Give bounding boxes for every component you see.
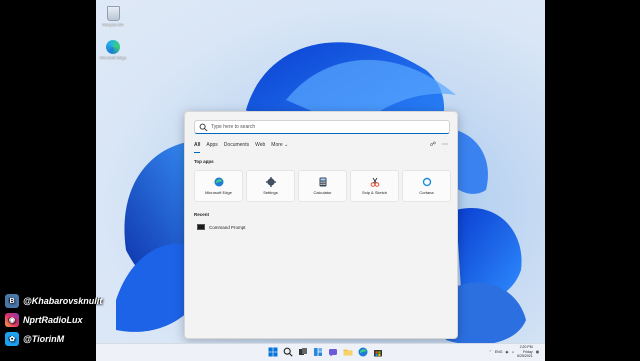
store-icon[interactable] xyxy=(373,347,383,357)
edge-icon xyxy=(214,177,223,187)
volume-icon[interactable]: ♫ xyxy=(511,350,514,354)
network-icon[interactable]: ◉ xyxy=(505,350,508,354)
file-explorer-icon[interactable] xyxy=(343,347,353,357)
scissors-icon xyxy=(370,177,379,187)
edge-icon xyxy=(106,40,120,54)
tab-apps[interactable]: Apps xyxy=(206,142,217,152)
social-handle: NprtRadioLux xyxy=(23,315,83,325)
chevron-down-icon: ⌄ xyxy=(284,142,289,148)
social-handle: @TiorinM xyxy=(23,334,65,344)
terminal-icon xyxy=(197,224,205,230)
search-box[interactable] xyxy=(194,120,450,134)
search-icon[interactable] xyxy=(283,347,293,357)
edge-icon[interactable] xyxy=(358,347,368,357)
taskbar-apps xyxy=(268,347,383,357)
top-apps-list: Microsoft Edge Settings Calculator Snip … xyxy=(194,170,451,202)
social-handle: @Khabarovsknulit xyxy=(23,296,103,306)
system-tray: ⌃ ENG ◉ ♫ 2:20 PM Friday 6/25/2021 ▦ xyxy=(489,345,539,359)
app-tile-settings[interactable]: Settings xyxy=(246,170,295,202)
social-vk: B @Khabarovsknulit xyxy=(5,294,102,308)
desktop-icon-edge[interactable]: Microsoft Edge xyxy=(98,40,128,60)
clock-date: 6/25/2021 xyxy=(517,354,533,358)
tab-more-label: More xyxy=(271,142,283,148)
social-twitter: ✿ @TiorinM xyxy=(5,332,64,346)
calculator-icon xyxy=(319,177,326,187)
app-label: Snip & Sketch xyxy=(361,190,388,195)
desktop-icon-label: Microsoft Edge xyxy=(99,55,127,60)
chevron-up-icon[interactable]: ⌃ xyxy=(489,350,492,354)
tab-documents[interactable]: Documents xyxy=(224,142,249,152)
social-instagram: ◉ NprtRadioLux xyxy=(5,313,83,327)
recycle-bin-icon xyxy=(106,6,120,21)
twitter-icon: ✿ xyxy=(5,332,19,346)
tab-web[interactable]: Web xyxy=(255,142,265,152)
search-options: ☍ ⋯ xyxy=(430,141,448,148)
desktop-icon-label: Recycle Bin xyxy=(102,22,124,27)
app-tile-snip-sketch[interactable]: Snip & Sketch xyxy=(350,170,399,202)
clock-time: 2:20 PM xyxy=(519,345,533,349)
app-tile-cortana[interactable]: Cortana xyxy=(402,170,451,202)
top-apps-title: Top apps xyxy=(194,159,214,164)
app-label: Microsoft Edge xyxy=(205,190,232,195)
windows-start-icon[interactable] xyxy=(268,347,278,357)
app-tile-edge[interactable]: Microsoft Edge xyxy=(194,170,243,202)
vk-icon: B xyxy=(5,294,19,308)
gear-icon xyxy=(265,177,276,187)
app-label: Calculator xyxy=(313,190,332,195)
task-view-icon[interactable] xyxy=(298,347,308,357)
desktop-icon-recycle-bin[interactable]: Recycle Bin xyxy=(98,6,128,27)
clock[interactable]: 2:20 PM Friday 6/25/2021 xyxy=(517,345,533,359)
taskbar: ⌃ ENG ◉ ♫ 2:20 PM Friday 6/25/2021 ▦ xyxy=(96,343,545,361)
tab-all[interactable]: All xyxy=(194,142,201,153)
notification-icon[interactable]: ▦ xyxy=(536,350,539,354)
language-indicator[interactable]: ENG xyxy=(495,350,503,354)
recent-item-label: Command Prompt xyxy=(209,224,246,230)
tab-more[interactable]: More ⌄ xyxy=(271,142,288,152)
more-options-icon[interactable]: ⋯ xyxy=(442,141,448,148)
app-tile-calculator[interactable]: Calculator xyxy=(298,170,347,202)
cortana-icon xyxy=(422,177,431,187)
search-input[interactable] xyxy=(208,124,431,130)
search-icon xyxy=(199,123,208,131)
recent-title: Recent xyxy=(194,212,210,217)
desktop-screen: Recycle Bin Microsoft Edge All Apps Docu… xyxy=(96,0,545,360)
app-label: Settings xyxy=(263,190,278,195)
search-tabs: All Apps Documents Web More ⌄ xyxy=(194,142,288,153)
app-label: Cortana xyxy=(419,190,434,195)
start-menu: All Apps Documents Web More ⌄ ☍ ⋯ Top ap… xyxy=(184,111,458,339)
share-icon[interactable]: ☍ xyxy=(430,141,436,148)
chat-icon[interactable] xyxy=(328,347,338,357)
instagram-icon: ◉ xyxy=(5,313,19,327)
widgets-icon[interactable] xyxy=(313,347,323,357)
recent-item-command-prompt[interactable]: Command Prompt xyxy=(197,224,246,230)
